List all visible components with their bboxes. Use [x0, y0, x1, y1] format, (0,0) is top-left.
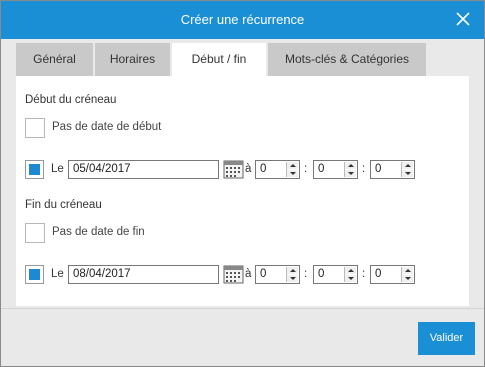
no-start-date-checkbox[interactable] [25, 118, 45, 138]
end-hour-value: 0 [260, 268, 267, 280]
spinner-up-icon[interactable] [402, 162, 413, 169]
time-colon: : [304, 163, 308, 175]
end-second-value: 0 [375, 268, 382, 280]
start-minute-spinner[interactable]: 0 [313, 160, 358, 179]
end-le-label: Le [51, 268, 64, 280]
spinner-down-icon[interactable] [287, 275, 298, 282]
spinner-up-icon[interactable] [287, 267, 298, 274]
start-minute-value: 0 [318, 163, 325, 175]
start-second-value: 0 [375, 163, 382, 175]
start-second-arrows [401, 162, 413, 177]
spinner-up-icon[interactable] [345, 267, 356, 274]
tab-mots-cles-categories[interactable]: Mots-clés & Catégories [268, 43, 426, 76]
start-minute-arrows [344, 162, 356, 177]
spinner-up-icon[interactable] [287, 162, 298, 169]
spinner-down-icon[interactable] [402, 275, 413, 282]
time-colon: : [304, 268, 308, 280]
end-second-spinner[interactable]: 0 [370, 265, 415, 284]
start-a-label: à [245, 163, 252, 175]
dialog-title: Créer une récurrence [180, 12, 305, 27]
end-minute-spinner[interactable]: 0 [313, 265, 358, 284]
start-section-title: Début du créneau [25, 94, 117, 106]
spinner-up-icon[interactable] [345, 162, 356, 169]
start-le-label: Le [51, 163, 64, 175]
time-colon: : [362, 163, 366, 175]
end-second-arrows [401, 267, 413, 282]
no-start-date-label: Pas de date de début [52, 121, 162, 133]
dialog-titlebar: Créer une récurrence [1, 1, 484, 39]
no-end-date-label: Pas de date de fin [52, 226, 145, 238]
spinner-down-icon[interactable] [287, 170, 298, 177]
end-hour-arrows [286, 267, 298, 282]
end-date-input[interactable]: 08/04/2017 [68, 265, 219, 284]
end-le-selected-indicator [29, 269, 40, 280]
tab-debut-fin[interactable]: Début / fin [172, 43, 266, 76]
close-icon[interactable] [454, 10, 472, 28]
end-section-title: Fin du créneau [25, 199, 102, 211]
end-le-option[interactable] [25, 265, 44, 284]
calendar-icon[interactable] [223, 159, 244, 179]
start-date-input[interactable]: 05/04/2017 [68, 160, 219, 179]
end-minute-arrows [344, 267, 356, 282]
spinner-down-icon[interactable] [345, 275, 356, 282]
submit-button[interactable]: Valider [418, 322, 475, 355]
tab-horaires[interactable]: Horaires [95, 43, 170, 76]
end-minute-value: 0 [318, 268, 325, 280]
spinner-up-icon[interactable] [402, 267, 413, 274]
start-second-spinner[interactable]: 0 [370, 160, 415, 179]
start-le-selected-indicator [29, 164, 40, 175]
spinner-down-icon[interactable] [402, 170, 413, 177]
calendar-icon[interactable] [223, 264, 244, 284]
tab-general[interactable]: Général [16, 43, 93, 76]
start-hour-value: 0 [260, 163, 267, 175]
end-hour-spinner[interactable]: 0 [255, 265, 300, 284]
end-a-label: à [245, 268, 252, 280]
footer-divider [1, 308, 484, 309]
tab-panel-debut-fin: Début du créneau Pas de date de début Le… [16, 76, 469, 306]
time-colon: : [362, 268, 366, 280]
no-end-date-checkbox[interactable] [25, 223, 45, 243]
start-le-option[interactable] [25, 160, 44, 179]
start-hour-arrows [286, 162, 298, 177]
spinner-down-icon[interactable] [345, 170, 356, 177]
start-hour-spinner[interactable]: 0 [255, 160, 300, 179]
recurrence-dialog: Créer une récurrence Général Horaires Dé… [0, 0, 485, 367]
